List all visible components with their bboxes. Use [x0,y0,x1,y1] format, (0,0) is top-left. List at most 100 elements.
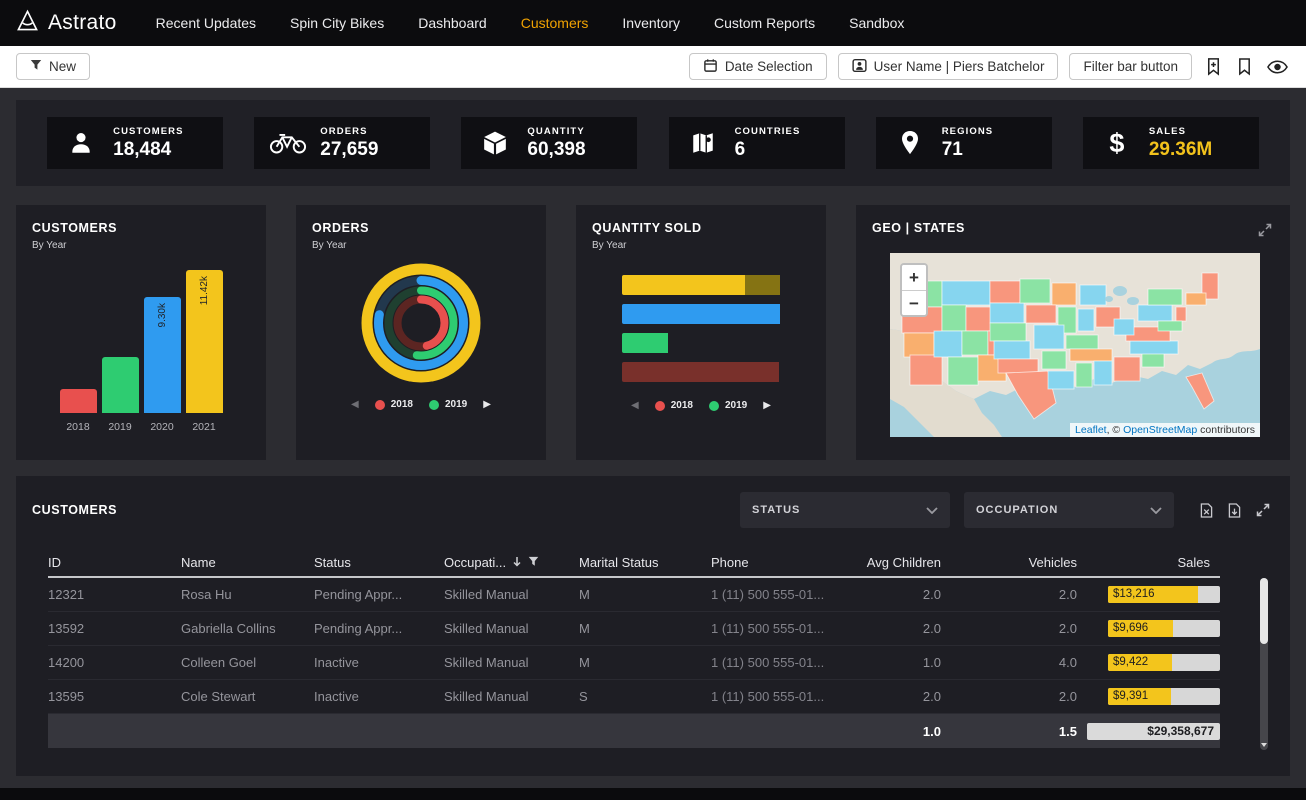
occupation-dropdown[interactable]: OCCUPATION [964,492,1174,528]
legend-item-2019[interactable]: 2019 [709,400,747,411]
zoom-in-button[interactable]: + [902,265,926,290]
table-title: CUSTOMERS [32,503,117,517]
filter-bar-button[interactable]: Filter bar button [1069,53,1192,80]
table-row[interactable]: 14200 Colleen Goel Inactive Skilled Manu… [48,646,1220,680]
hbar-4[interactable] [622,362,798,382]
sales-bar: $9,696 [1108,620,1220,637]
bar-column-2021: 11.42k 2021 [186,263,223,437]
app-root: Astrato Recent Updates Spin City Bikes D… [0,0,1306,800]
map-zoom-control: + − [900,263,928,317]
table-body: 12321 Rosa Hu Pending Appr... Skilled Ma… [48,578,1220,748]
table-header-row: ID Name Status Occupati... Marital Statu… [48,548,1220,578]
box-icon [476,130,514,156]
legend-prev-icon[interactable]: ◀ [631,400,639,411]
user-button[interactable]: User Name | Piers Batchelor [838,53,1059,80]
hbar-1[interactable] [622,275,798,295]
table-actions [1198,501,1272,520]
legend-item-2018[interactable]: 2018 [655,400,693,411]
column-header-id[interactable]: ID [48,555,181,570]
bar-2019[interactable] [102,357,139,413]
x-tick-label: 2020 [144,413,181,437]
bar-2018[interactable] [60,389,97,413]
table-row[interactable]: 13595 Cole Stewart Inactive Skilled Manu… [48,680,1220,714]
column-filter-icon[interactable] [528,555,539,570]
legend-item-2019[interactable]: 2019 [429,399,467,410]
brand-name: Astrato [48,11,117,35]
dollar-icon: $ [1098,128,1136,159]
bookmark-icon[interactable] [1235,55,1254,78]
scrollbar-thumb[interactable] [1260,578,1268,644]
bicycle-icon [269,131,307,155]
bar-2021[interactable]: 11.42k [186,270,223,413]
funnel-icon [30,59,42,74]
person-badge-icon [852,58,867,76]
kpi-card-countries: COUNTRIES6 [669,117,845,169]
orders-legend: ◀ 2018 2019 ▶ [312,399,530,410]
nav-item-sandbox[interactable]: Sandbox [832,15,921,31]
column-header-sales[interactable]: Sales [1087,555,1220,570]
quantity-bar-chart [592,275,810,382]
hbar-3[interactable] [622,333,798,353]
eye-icon[interactable] [1265,58,1290,76]
quantity-chart-panel: QUANTITY SOLD By Year ◀ 2018 2019 ▶ [576,205,826,460]
openstreetmap-link[interactable]: OpenStreetMap [1123,424,1197,436]
legend-next-icon[interactable]: ▶ [763,400,771,411]
orders-donut-chart[interactable] [312,257,530,389]
chevron-down-icon [926,501,938,519]
legend-dot-2019 [709,401,719,411]
column-header-occupation[interactable]: Occupati... [444,555,579,570]
legend-next-icon[interactable]: ▶ [483,399,491,410]
status-dropdown[interactable]: STATUS [740,492,950,528]
hbar-2[interactable] [622,304,798,324]
table-scrollbar[interactable] [1260,578,1268,750]
new-filter-button[interactable]: New [16,53,90,80]
table-row[interactable]: 12321 Rosa Hu Pending Appr... Skilled Ma… [48,578,1220,612]
totals-avg-children: 1.0 [851,724,951,739]
expand-icon[interactable] [1254,501,1272,519]
customers-table-panel: CUSTOMERS STATUS OCCUPATION ID [16,476,1290,776]
charts-row: CUSTOMERS By Year 2018 2019 9.30k 2020 [16,205,1290,460]
geo-panel: GEO | STATES [856,205,1290,460]
nav-item-spin-city-bikes[interactable]: Spin City Bikes [273,15,401,31]
column-header-phone[interactable]: Phone [711,555,851,570]
nav-item-dashboard[interactable]: Dashboard [401,15,504,31]
nav-item-recent-updates[interactable]: Recent Updates [139,15,273,31]
column-header-marital-status[interactable]: Marital Status [579,555,711,570]
bookmark-add-icon[interactable] [1203,55,1224,78]
zoom-out-button[interactable]: − [902,290,926,315]
nav-item-inventory[interactable]: Inventory [605,15,697,31]
scrollbar-down-caret[interactable] [1261,743,1267,747]
export-excel-icon[interactable] [1198,501,1215,520]
legend-item-2018[interactable]: 2018 [375,399,413,410]
kpi-card-regions: REGIONS71 [876,117,1052,169]
totals-sales-bar: $29,358,677 [1087,723,1220,740]
toolbar-right: Date Selection User Name | Piers Batchel… [689,53,1290,80]
column-header-avg-children[interactable]: Avg Children [851,555,951,570]
bar-column-2020: 9.30k 2020 [144,263,181,437]
column-header-vehicles[interactable]: Vehicles [951,555,1087,570]
x-tick-label: 2021 [186,413,223,437]
export-doc-icon[interactable] [1226,501,1243,520]
toolbar: New Date Selection User Name | Piers Bat… [0,46,1306,88]
sales-bar: $9,422 [1108,654,1220,671]
kpi-card-orders: ORDERS27,659 [254,117,430,169]
bar-column-2018: 2018 [60,263,97,437]
bar-2020[interactable]: 9.30k [144,297,181,413]
nav-item-custom-reports[interactable]: Custom Reports [697,15,832,31]
expand-icon[interactable] [1256,221,1274,239]
legend-dot-2018 [655,401,665,411]
legend-prev-icon[interactable]: ◀ [351,399,359,410]
column-header-name[interactable]: Name [181,555,314,570]
leaflet-link[interactable]: Leaflet [1075,424,1107,436]
legend-dot-2018 [375,400,385,410]
brand[interactable]: Astrato [16,9,117,38]
nav-item-customers[interactable]: Customers [504,15,606,31]
x-tick-label: 2019 [102,413,139,437]
nav-items: Recent Updates Spin City Bikes Dashboard… [139,15,922,31]
column-header-status[interactable]: Status [314,555,444,570]
table-row[interactable]: 13592 Gabriella Collins Pending Appr... … [48,612,1220,646]
date-selection-button[interactable]: Date Selection [689,53,827,80]
totals-vehicles: 1.5 [951,724,1087,739]
sort-desc-icon[interactable] [512,555,522,570]
us-map[interactable]: + − Leaflet, © OpenStreetMap contributor… [890,253,1260,437]
